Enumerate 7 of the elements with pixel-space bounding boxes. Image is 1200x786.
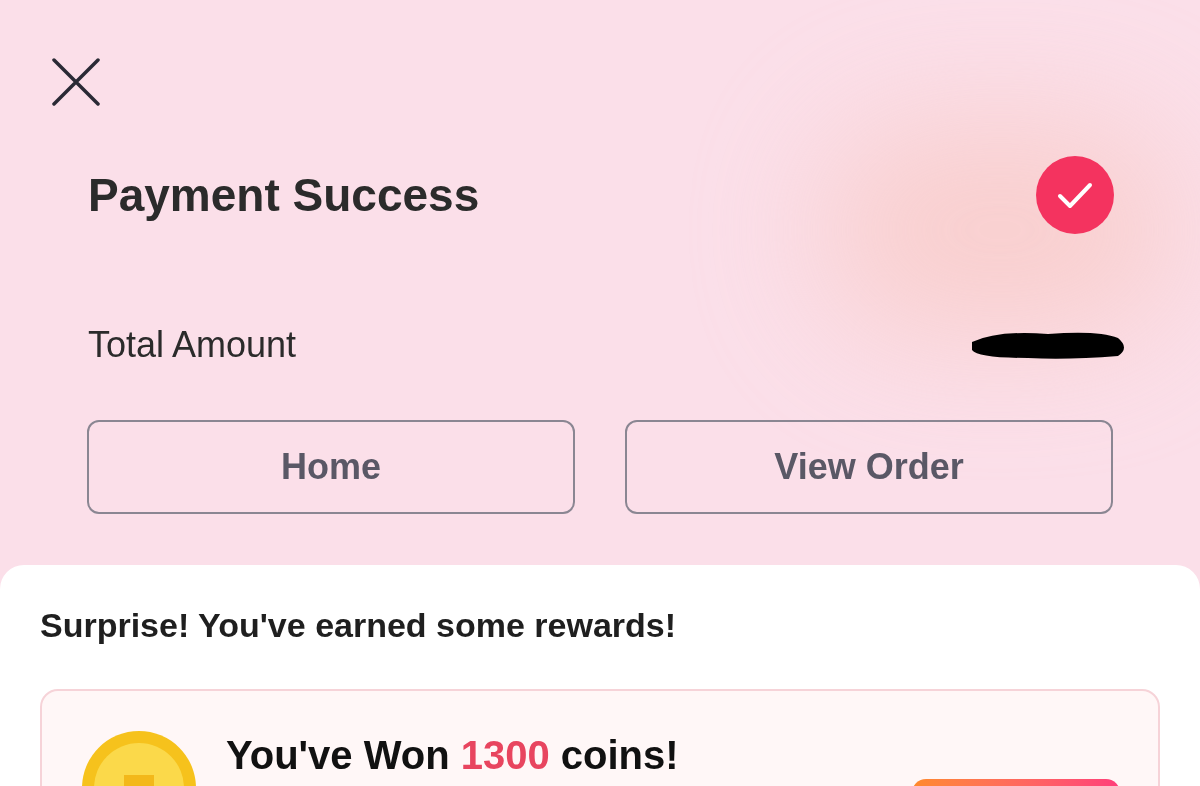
total-label: Total Amount	[88, 323, 297, 367]
action-button[interactable]: View Order	[625, 420, 1113, 514]
page-title: Payment Success	[88, 167, 480, 223]
close-icon[interactable]	[52, 58, 100, 106]
rewards-heading: Surprise! You've earned some rewards!	[40, 605, 678, 646]
action-button[interactable]: Home	[87, 420, 575, 514]
reward-title: You've Won 1300 coins!	[226, 732, 679, 779]
